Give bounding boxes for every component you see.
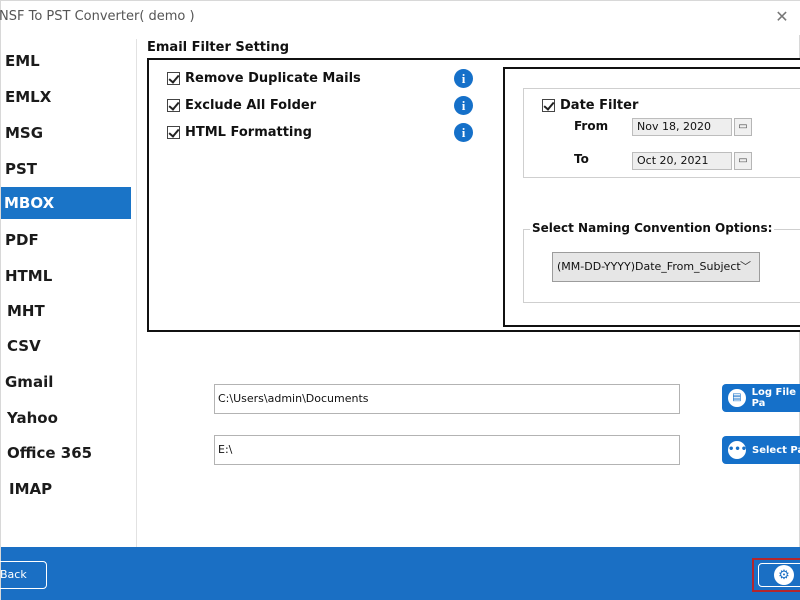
to-label: To — [574, 152, 589, 166]
window-title: NSF To PST Converter( demo ) — [0, 9, 195, 24]
sidebar-item-mbox[interactable]: MBOX — [1, 187, 131, 219]
more-icon: ••• — [728, 441, 747, 459]
convert-button[interactable]: ⚙ — [752, 558, 800, 592]
convert-icon: ⚙ — [774, 565, 794, 585]
app-window: NSF To PST Converter( demo ) ✕ EML EMLX … — [0, 0, 800, 600]
naming-convention-group: Select Naming Convention Options: (MM-DD… — [523, 221, 800, 303]
remove-duplicates-option[interactable]: Remove Duplicate Mails — [167, 68, 361, 88]
sidebar-item-gmail[interactable]: Gmail — [1, 366, 131, 398]
sidebar-item-csv[interactable]: CSV — [1, 330, 131, 362]
sidebar: EML EMLX MSG PST MBOX PDF HTML MHT CSV G… — [1, 39, 137, 547]
back-label: Back — [0, 568, 27, 581]
calendar-icon[interactable]: ▭ — [734, 118, 752, 136]
naming-convention-value: (MM-DD-YYYY)Date_From_Subject — [557, 260, 741, 273]
sidebar-item-imap[interactable]: IMAP — [1, 473, 131, 505]
sidebar-item-mht[interactable]: MHT — [1, 295, 131, 327]
sidebar-item-yahoo[interactable]: Yahoo — [1, 402, 131, 434]
document-icon: ▤ — [728, 389, 746, 407]
sidebar-item-msg[interactable]: MSG — [1, 117, 131, 149]
info-icon[interactable]: i — [454, 123, 473, 142]
back-button[interactable]: Back — [0, 561, 47, 589]
exclude-folder-label: Exclude All Folder — [185, 97, 317, 113]
to-date-field[interactable]: Oct 20, 2021 — [632, 152, 732, 170]
destination-path-input[interactable]: E:\ — [214, 435, 680, 465]
calendar-icon[interactable]: ▭ — [734, 152, 752, 170]
sidebar-item-pdf[interactable]: PDF — [1, 224, 131, 256]
bottom-bar: Back ⚙ — [0, 547, 800, 600]
info-icon[interactable]: i — [454, 69, 473, 88]
html-formatting-option[interactable]: HTML Formatting — [167, 122, 312, 142]
html-formatting-label: HTML Formatting — [185, 124, 312, 140]
log-file-path-label: Log File Pa — [751, 387, 796, 409]
remove-duplicates-checkbox[interactable] — [167, 71, 180, 85]
date-filter-group: Date Filter From Nov 18, 2020 ▭ To Oct 2… — [523, 88, 800, 178]
naming-convention-label: Select Naming Convention Options: — [530, 221, 775, 235]
convert-button-frame: ⚙ — [758, 563, 800, 587]
close-icon[interactable]: ✕ — [771, 7, 793, 29]
title-bar: NSF To PST Converter( demo ) ✕ — [0, 1, 800, 35]
date-filter-checkbox[interactable] — [542, 99, 555, 112]
sidebar-item-html[interactable]: HTML — [1, 260, 131, 292]
from-date-field[interactable]: Nov 18, 2020 — [632, 118, 732, 136]
log-path-input[interactable]: C:\Users\admin\Documents — [214, 384, 680, 414]
date-filter-label: Date Filter — [560, 98, 639, 113]
sidebar-item-emlx[interactable]: EMLX — [1, 81, 131, 113]
date-naming-panel: Date Filter From Nov 18, 2020 ▭ To Oct 2… — [503, 67, 800, 327]
sidebar-item-eml[interactable]: EML — [1, 45, 131, 77]
sidebar-item-office365[interactable]: Office 365 — [1, 437, 131, 469]
remove-duplicates-label: Remove Duplicate Mails — [185, 70, 361, 86]
log-file-path-button[interactable]: ▤ Log File Pa — [722, 384, 800, 412]
sidebar-item-pst[interactable]: PST — [1, 153, 131, 185]
html-formatting-checkbox[interactable] — [167, 125, 180, 139]
info-icon[interactable]: i — [454, 96, 473, 115]
email-filter-panel: Remove Duplicate Mails i Exclude All Fol… — [147, 58, 800, 332]
chevron-down-icon: ﹀ — [740, 260, 751, 273]
exclude-folder-option[interactable]: Exclude All Folder — [167, 95, 316, 115]
from-label: From — [574, 119, 609, 133]
date-filter-option[interactable]: Date Filter — [542, 98, 638, 113]
naming-convention-select[interactable]: (MM-DD-YYYY)Date_From_Subject ﹀ — [552, 252, 760, 282]
select-path-label: Select Pa — [752, 444, 800, 456]
select-path-button[interactable]: ••• Select Pa — [722, 436, 800, 464]
exclude-folder-checkbox[interactable] — [167, 98, 180, 112]
email-filter-heading: Email Filter Setting — [147, 40, 290, 55]
